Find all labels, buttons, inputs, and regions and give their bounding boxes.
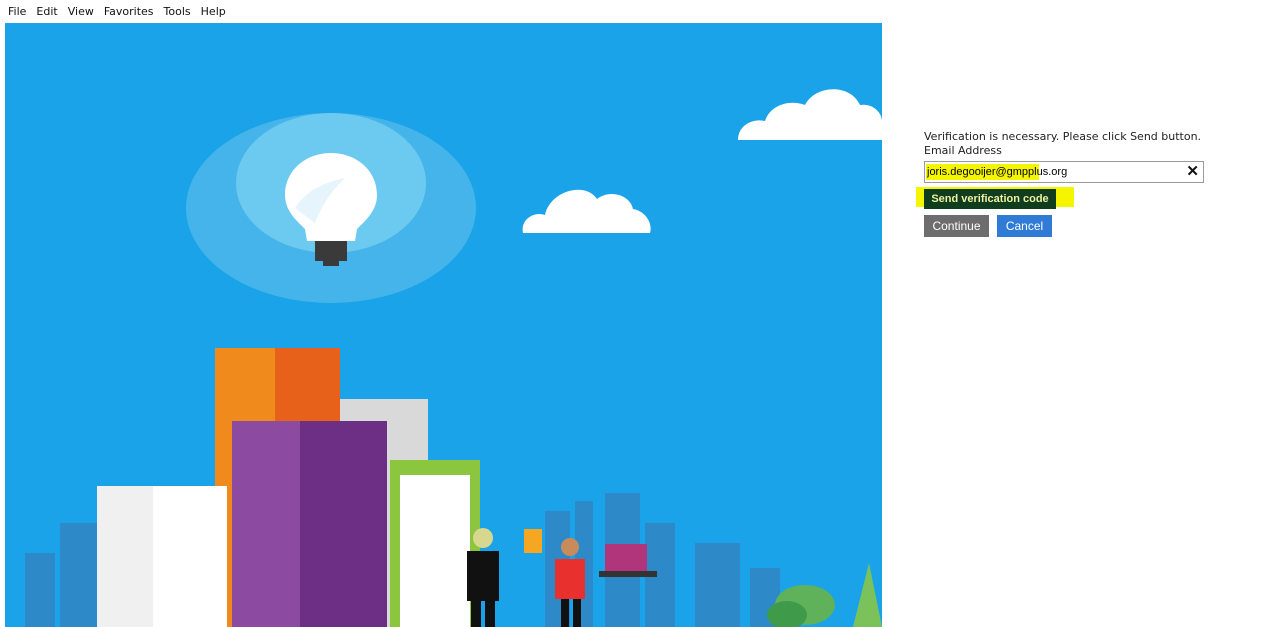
menu-view[interactable]: View <box>68 5 94 18</box>
cancel-button[interactable]: Cancel <box>997 215 1052 237</box>
menu-tools[interactable]: Tools <box>164 5 191 18</box>
lightbulb-icon <box>186 113 476 303</box>
menu-file[interactable]: File <box>8 5 26 18</box>
continue-button[interactable]: Continue <box>924 215 989 237</box>
send-verification-code-button[interactable]: Send verification code <box>924 189 1056 209</box>
hero-illustration <box>5 23 882 627</box>
city-illustration <box>5 23 882 627</box>
menu-favorites[interactable]: Favorites <box>104 5 154 18</box>
menu-bar: File Edit View Favorites Tools Help <box>0 0 1288 22</box>
menu-edit[interactable]: Edit <box>36 5 57 18</box>
close-icon[interactable]: ✕ <box>1186 163 1199 181</box>
email-label: Email Address <box>924 144 1002 157</box>
menu-help[interactable]: Help <box>201 5 226 18</box>
email-input[interactable] <box>927 164 1167 180</box>
email-field[interactable]: ✕ <box>924 161 1204 183</box>
verification-prompt: Verification is necessary. Please click … <box>924 130 1201 158</box>
verification-message: Verification is necessary. Please click … <box>924 130 1202 143</box>
verification-panel: Verification is necessary. Please click … <box>882 23 1288 627</box>
